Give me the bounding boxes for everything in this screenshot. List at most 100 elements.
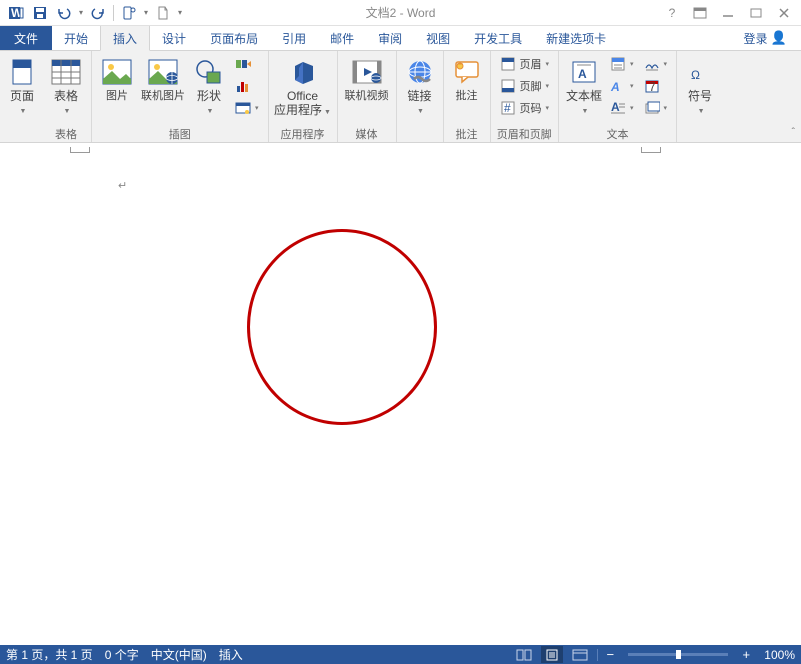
status-page[interactable]: 第 1 页，共 1 页 (6, 646, 93, 663)
shapes-button[interactable]: 形状▼ (189, 53, 229, 118)
chart-button[interactable] (231, 75, 263, 97)
chevron-down-icon: ▼ (64, 108, 71, 115)
video-label: 联机视频 (345, 90, 389, 103)
chevron-down-icon: ▾ (546, 82, 550, 90)
smartart-icon (235, 56, 251, 72)
maximize-icon[interactable] (743, 3, 769, 23)
status-lang[interactable]: 中文(中国) (151, 646, 207, 663)
close-icon[interactable] (771, 3, 797, 23)
window-controls: ? (659, 3, 797, 23)
tab-insert[interactable]: 插入 (100, 26, 150, 51)
svg-text:A: A (578, 67, 587, 81)
comment-label: 批注 (456, 90, 478, 103)
chevron-down-icon: ▾ (630, 82, 634, 90)
zoom-level[interactable]: 100% (764, 648, 795, 662)
web-layout-icon[interactable] (569, 646, 591, 663)
dropcap-button[interactable]: A▾ (606, 97, 638, 119)
group-media: 联机视频 媒体 (338, 51, 397, 142)
zoom-slider[interactable] (628, 653, 728, 656)
signature-button[interactable]: ▾ (640, 53, 672, 75)
picture-button[interactable]: 图片 (97, 53, 137, 103)
undo-dropdown-icon[interactable]: ▾ (76, 8, 86, 17)
symbol-icon: Ω (684, 56, 716, 88)
ribbon-display-icon[interactable] (687, 3, 713, 23)
tab-newtab[interactable]: 新建选项卡 (534, 26, 618, 50)
table-button[interactable]: 表格 ▼ (46, 53, 86, 118)
dropcap-icon: A (610, 100, 626, 116)
chevron-down-icon: ▾ (546, 104, 550, 112)
tab-layout[interactable]: 页面布局 (198, 26, 270, 50)
textbox-button[interactable]: A 文本框▼ (564, 53, 604, 118)
svg-text:#: # (504, 101, 511, 115)
status-bar: 第 1 页，共 1 页 0 个字 中文(中国) 插入 − + 100% (0, 645, 801, 664)
online-video-button[interactable]: 联机视频 (343, 53, 391, 103)
login-link[interactable]: 登录 👤 (731, 26, 801, 50)
zoom-out-button[interactable]: − (604, 647, 616, 662)
online-picture-button[interactable]: 联机图片 (139, 53, 187, 103)
chevron-down-icon: ▼ (698, 108, 705, 115)
tab-view[interactable]: 视图 (414, 26, 462, 50)
touch-mode-icon[interactable] (117, 2, 141, 24)
svg-text:A: A (611, 100, 620, 114)
shape-circle[interactable] (247, 229, 437, 425)
group-label-text: 文本 (564, 126, 671, 142)
group-label-links (402, 126, 438, 142)
comment-icon (451, 56, 483, 88)
group-label-media: 媒体 (343, 126, 391, 142)
zoom-in-button[interactable]: + (740, 647, 752, 662)
cover-page-icon (6, 56, 38, 88)
office-apps-button[interactable]: Office应用程序▼ (274, 53, 332, 119)
text-stack2: ▾ 7 ▾ (640, 53, 672, 119)
quickparts-button[interactable]: ▾ (606, 53, 638, 75)
smartart-button[interactable] (231, 53, 263, 75)
wordart-button[interactable]: A▾ (606, 75, 638, 97)
screenshot-button[interactable]: ▾ (231, 97, 263, 119)
chevron-down-icon: ▾ (664, 104, 668, 112)
quick-access-toolbar: W ▾ ▾ ▾ (4, 2, 185, 24)
links-label: 链接 (408, 89, 432, 103)
user-icon: 👤 (771, 30, 787, 46)
tab-mailings[interactable]: 邮件 (318, 26, 366, 50)
document-area[interactable]: ↵ (0, 143, 801, 645)
footer-button[interactable]: 页脚▾ (496, 75, 554, 97)
status-mode[interactable]: 插入 (219, 646, 243, 663)
qat-customize-icon[interactable]: ▾ (175, 8, 185, 17)
header-button[interactable]: 页眉▾ (496, 53, 554, 75)
new-doc-icon[interactable] (151, 2, 175, 24)
pages-button[interactable]: 页面▼ (5, 53, 39, 118)
collapse-ribbon-icon[interactable]: ˆ (792, 127, 795, 138)
qat-separator (113, 5, 114, 21)
pagenum-icon: # (500, 100, 516, 116)
print-layout-icon[interactable] (541, 646, 563, 663)
pagenum-button[interactable]: #页码▾ (496, 97, 554, 119)
chevron-down-icon: ▾ (664, 60, 668, 68)
comment-button[interactable]: 批注 (449, 53, 485, 103)
minimize-icon[interactable] (715, 3, 741, 23)
touch-dropdown-icon[interactable]: ▾ (141, 8, 151, 17)
read-mode-icon[interactable] (513, 646, 535, 663)
tab-review[interactable]: 审阅 (366, 26, 414, 50)
save-icon[interactable] (28, 2, 52, 24)
object-button[interactable]: ▾ (640, 97, 672, 119)
undo-icon[interactable] (52, 2, 76, 24)
word-app-icon[interactable]: W (4, 2, 28, 24)
redo-icon[interactable] (86, 2, 110, 24)
tab-design[interactable]: 设计 (150, 26, 198, 50)
tab-references[interactable]: 引用 (270, 26, 318, 50)
table-label: 表格 (54, 89, 78, 103)
help-icon[interactable]: ? (659, 3, 685, 23)
tab-home[interactable]: 开始 (52, 26, 100, 50)
status-separator (597, 649, 598, 661)
group-apps: Office应用程序▼ 应用程序 (269, 51, 338, 142)
datetime-button[interactable]: 7 (640, 75, 672, 97)
chevron-down-icon: ▼ (417, 108, 424, 115)
chevron-down-icon: ▾ (630, 60, 634, 68)
status-words[interactable]: 0 个字 (105, 646, 139, 663)
tab-developer[interactable]: 开发工具 (462, 26, 534, 50)
tab-file[interactable]: 文件 (0, 26, 52, 50)
links-button[interactable]: 链接 ▼ (402, 53, 438, 118)
zoom-thumb[interactable] (676, 650, 681, 659)
symbol-button[interactable]: Ω 符号▼ (682, 53, 718, 118)
group-label-comments: 批注 (449, 126, 485, 142)
signature-icon (644, 56, 660, 72)
